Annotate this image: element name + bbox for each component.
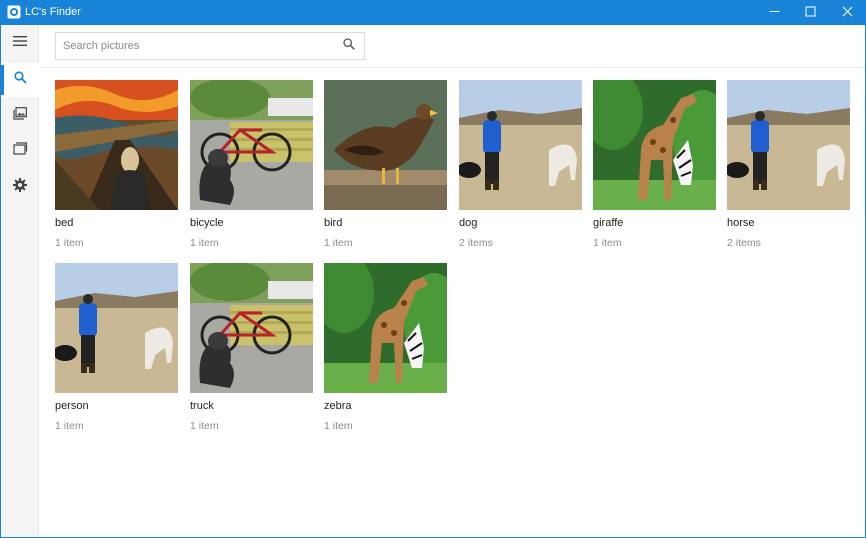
search-icon (13, 71, 27, 89)
category-card[interactable]: person 1 item (55, 263, 178, 443)
category-count: 1 item (324, 420, 353, 432)
category-card[interactable]: bird 1 item (324, 80, 447, 260)
hamburger-menu-icon (13, 34, 27, 52)
category-count: 1 item (55, 237, 84, 249)
category-count: 1 item (190, 420, 219, 432)
category-thumbnail (324, 80, 447, 210)
category-thumbnail (190, 263, 313, 393)
category-label: bird (324, 217, 343, 229)
title-bar: LC's Finder (0, 0, 866, 25)
close-icon (842, 4, 853, 22)
search-input[interactable] (55, 32, 365, 60)
folder-icon (12, 142, 28, 160)
window-title: LC's Finder (25, 6, 81, 18)
category-label: horse (727, 217, 755, 229)
maximize-button[interactable] (792, 0, 828, 25)
category-thumbnail (55, 263, 178, 393)
category-count: 2 items (727, 237, 761, 249)
category-count: 1 item (324, 237, 353, 249)
gear-icon (13, 177, 27, 197)
app-logo-icon (7, 5, 21, 19)
minimize-icon (769, 4, 780, 22)
category-card[interactable]: zebra 1 item (324, 263, 447, 443)
category-label: truck (190, 400, 214, 412)
category-card[interactable]: bicycle 1 item (190, 80, 313, 260)
close-button[interactable] (829, 0, 865, 25)
category-count: 2 items (459, 237, 493, 249)
category-thumbnail (55, 80, 178, 210)
category-thumbnail (593, 80, 716, 210)
category-label: bed (55, 217, 74, 229)
category-card[interactable]: dog 2 items (459, 80, 582, 260)
photo-icon (13, 107, 27, 125)
search-button[interactable] (340, 37, 358, 55)
category-thumbnail (324, 263, 447, 393)
category-thumbnail (727, 80, 850, 210)
maximize-icon (805, 4, 816, 22)
menu-button[interactable] (1, 26, 39, 60)
sidebar-item-folders[interactable] (1, 134, 39, 168)
category-card[interactable]: bed 1 item (55, 80, 178, 260)
category-count: 1 item (593, 237, 622, 249)
category-count: 1 item (55, 420, 84, 432)
category-label: person (55, 400, 89, 412)
category-thumbnail (190, 80, 313, 210)
sidebar-item-photos[interactable] (1, 99, 39, 133)
category-label: bicycle (190, 217, 224, 229)
category-card[interactable]: giraffe 1 item (593, 80, 716, 260)
minimize-button[interactable] (756, 0, 792, 25)
sidebar-item-settings[interactable] (1, 170, 39, 204)
category-count: 1 item (190, 237, 219, 249)
category-label: zebra (324, 400, 352, 412)
category-label: dog (459, 217, 478, 229)
category-thumbnail (459, 80, 582, 210)
search-bar (40, 25, 865, 68)
category-label: giraffe (593, 217, 624, 229)
category-card[interactable]: horse 2 items (727, 80, 850, 260)
sidebar (1, 25, 39, 537)
sidebar-item-search[interactable] (1, 63, 39, 97)
search-icon (343, 37, 355, 55)
category-card[interactable]: truck 1 item (190, 263, 313, 443)
